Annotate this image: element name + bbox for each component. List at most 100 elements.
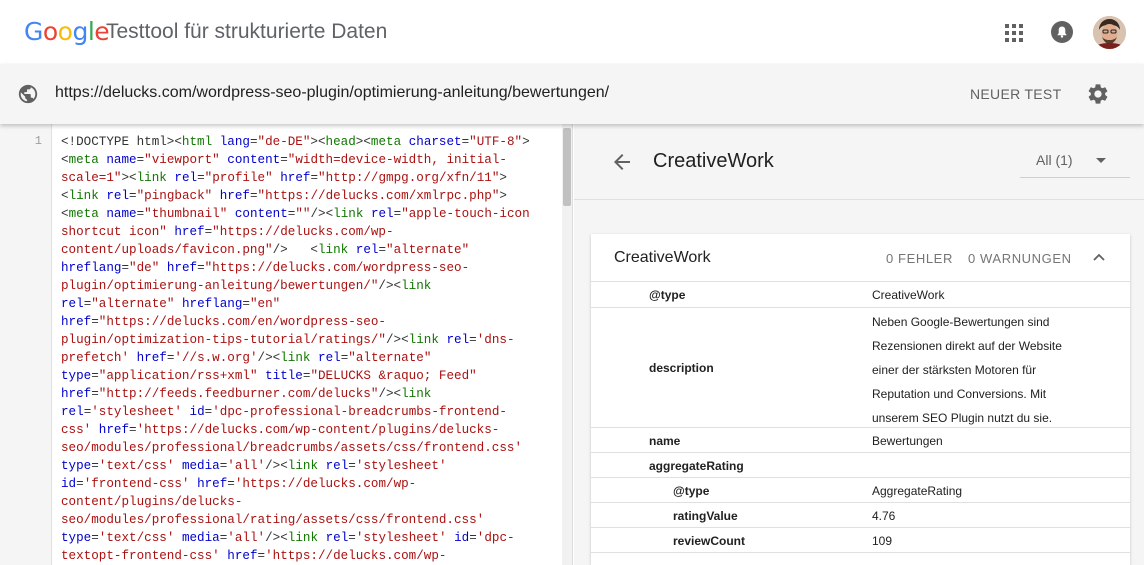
code-token: meta <box>68 207 99 221</box>
code-token: = <box>121 261 130 275</box>
code-token: "DELUCKS &raquo; Feed" <box>310 369 477 383</box>
code-line: rel='stylesheet' id='dpc-professional-br… <box>61 403 556 421</box>
code-token: head <box>325 135 356 149</box>
back-arrow-icon[interactable] <box>610 150 634 174</box>
code-line: hreflang="de" href="https://delucks.com/… <box>61 259 556 277</box>
code-token: 'dpc-professional-breadcrumbs-frontend- <box>212 405 507 419</box>
code-token: content/plugins/delucks- <box>61 495 243 509</box>
code-token: = <box>249 189 258 203</box>
code-line: content/plugins/delucks- <box>61 493 556 511</box>
code-token: meta <box>68 153 99 167</box>
error-count: 0 FEHLER <box>886 251 953 266</box>
property-key: @type <box>673 484 710 498</box>
code-token: = <box>280 153 288 167</box>
code-line: <meta name="viewport" content="width=dev… <box>61 151 556 169</box>
code-token: rel <box>325 531 349 545</box>
notifications-icon[interactable] <box>1051 21 1073 43</box>
code-token: 'text/css' <box>98 459 175 473</box>
code-token: seo/modules/professional/rating/assets/c… <box>61 513 485 527</box>
card-title: CreativeWork <box>614 249 711 266</box>
code-token: "pingback" <box>136 189 213 203</box>
code-token: "https://delucks.com/xmlrpc.php" <box>257 189 500 203</box>
code-token: >< <box>355 135 371 149</box>
gear-icon[interactable] <box>1086 82 1110 106</box>
code-token: link <box>287 531 319 545</box>
code-token: />< <box>265 459 288 473</box>
code-token: hreflang <box>61 261 122 275</box>
code-token: "https://delucks.com/wp- <box>212 225 394 239</box>
code-token: shortcut icon" <box>61 225 167 239</box>
code-token: 'https://delucks.com/wp- <box>265 549 447 563</box>
code-token: type <box>61 531 92 545</box>
code-token: link <box>287 459 319 473</box>
property-row-description: description Neben Google-Bewertungen sin… <box>591 308 1130 428</box>
code-token: />< <box>378 279 402 293</box>
code-token: href <box>136 351 167 365</box>
code-token: prefetch' <box>61 351 130 365</box>
logo-letter: g <box>72 17 88 46</box>
code-token: = <box>91 315 99 329</box>
url-input[interactable]: https://delucks.com/wordpress-seo-plugin… <box>55 84 609 102</box>
code-line: id='frontend-css' href='https://delucks.… <box>61 475 556 493</box>
property-key: ratingValue <box>673 509 738 523</box>
divider <box>574 199 1144 200</box>
code-token: link <box>401 279 432 293</box>
code-token: = <box>249 135 258 149</box>
code-token: /> < <box>272 243 318 257</box>
code-token: link <box>280 351 311 365</box>
code-token: rel <box>355 243 379 257</box>
apps-grid-icon[interactable] <box>1005 24 1023 42</box>
card-header[interactable]: CreativeWork 0 FEHLER 0 WARNUNGEN <box>591 234 1130 282</box>
code-editor[interactable]: 1 <!DOCTYPE html><html lang="de-DE"><hea… <box>0 124 573 565</box>
new-test-button[interactable]: NEUER TEST <box>960 84 1071 104</box>
code-token: hreflang <box>181 297 243 311</box>
code-token: "de-DE" <box>257 135 311 149</box>
avatar[interactable] <box>1093 16 1126 49</box>
property-value: Bewertungen <box>872 434 943 448</box>
code-token: href <box>174 225 205 239</box>
code-token: name <box>106 153 137 167</box>
code-token: 'all' <box>227 459 266 473</box>
code-token: rel <box>106 189 130 203</box>
code-token: = <box>197 261 205 275</box>
code-token: />< <box>385 333 409 347</box>
code-token: content <box>227 153 281 167</box>
code-token: link <box>68 189 99 203</box>
code-token: rel <box>446 333 470 347</box>
code-token: 'text/css' <box>98 531 175 545</box>
code-token: 'frontend-css' <box>83 477 190 491</box>
code-token: = <box>91 369 99 383</box>
code-line: textopt-frontend-css' href='https://delu… <box>61 547 556 565</box>
google-logo: Google <box>24 17 110 46</box>
code-token: "http://gmpg.org/xfn/11" <box>318 171 500 185</box>
code-token: rel <box>325 459 349 473</box>
property-value: CreativeWork <box>872 288 945 302</box>
filter-dropdown[interactable]: All (1) <box>1020 146 1130 178</box>
code-token: > <box>522 135 530 149</box>
scroll-thumb[interactable] <box>563 128 571 206</box>
code-token: = <box>348 531 356 545</box>
code-line: <!DOCTYPE html><html lang="de-DE"><head>… <box>61 133 556 151</box>
code-token: = <box>129 423 137 437</box>
code-token: 'dns- <box>476 333 515 347</box>
code-token: id <box>454 531 470 545</box>
code-token: href <box>98 423 130 437</box>
code-token: charset <box>408 135 462 149</box>
source-code[interactable]: <!DOCTYPE html><html lang="de-DE"><head>… <box>61 133 556 565</box>
chevron-up-icon[interactable] <box>1091 249 1107 265</box>
code-token: scale=1" <box>61 171 122 185</box>
code-token: id <box>61 477 77 491</box>
code-scrollbar[interactable] <box>562 124 572 565</box>
code-line: type='text/css' media='all'/><link rel='… <box>61 529 556 547</box>
code-token: = <box>197 171 205 185</box>
